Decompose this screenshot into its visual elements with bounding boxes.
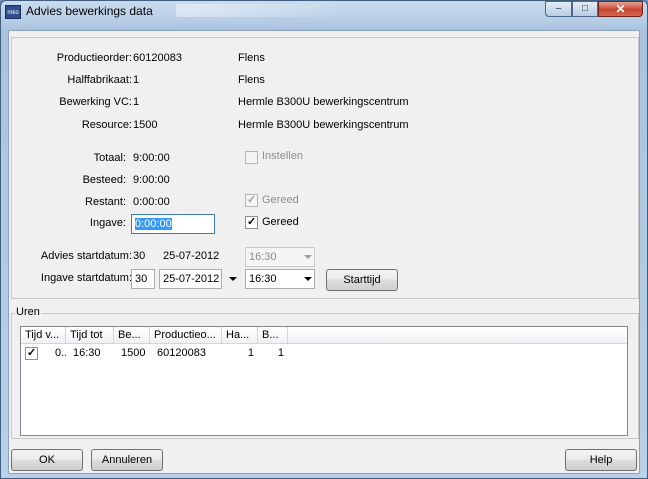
cell-tijd-tot: 16:30 [73,347,101,359]
ingave-week-input[interactable]: 30 [131,269,155,289]
ingave-time-value: 16:30 [249,273,277,285]
ingave-week-value: 30 [135,273,148,285]
table-row[interactable]: ✓ 0.. 16:30 1500 60120083 1 1 [21,345,291,362]
advies-startdatum-label: Advies startdatum: [40,250,132,262]
productieorder-value: 60120083 [133,52,182,64]
halffabrikaat-value: 1 [133,74,140,86]
column-tijd-tot[interactable]: Tijd tot [66,327,114,344]
uren-list[interactable]: Tijd v... Tijd tot Be... Productieo... H… [20,326,628,436]
column-b[interactable]: B... [258,327,288,344]
halffabrikaat-description: Flens [238,74,265,86]
halffabrikaat-label: Halffabrikaat: [67,74,132,86]
cell-tijd-van: 0.. [55,347,66,359]
close-button[interactable]: ✕ [598,1,643,17]
ingave-input[interactable]: 0:00:00 [131,214,215,234]
dialog-client-area: Productieorder: 60120083 Flens Halffabri… [8,30,640,474]
app-logo-icon: mko [5,5,21,19]
uren-group: Uren Tijd v... Tijd tot Be... Productieo… [11,306,639,439]
resource-value: 1500 [133,119,158,131]
ingave-startdatum-label: Ingave startdatum: [40,272,132,284]
resource-label: Resource: [81,119,132,131]
column-be[interactable]: Be... [114,327,150,344]
besteed-value: 9:00:00 [133,174,170,186]
besteed-label: Besteed: [82,174,126,186]
uren-group-legend: Uren [15,306,41,318]
help-button[interactable]: Help [565,449,637,471]
productieorder-description: Flens [238,52,265,64]
ingave-date-value: 25-07-2012 [163,273,220,285]
cell-productieorder: 60120083 [157,347,206,359]
bewerking-description: Hermle B300U bewerkingscentrum [238,96,409,108]
cell-ha: 1 [247,347,254,359]
row-checkbox[interactable]: ✓ [25,347,38,360]
minimize-button[interactable]: – [545,1,572,17]
ingave-input-value: 0:00:00 [135,218,172,230]
ok-button[interactable]: OK [11,449,83,471]
gereed-label: Gereed [262,216,299,228]
check-icon: ✓ [247,194,257,206]
restant-label: Restant: [85,196,126,208]
advies-week: 30 [133,250,146,262]
restant-value: 0:00:00 [133,196,170,208]
instellen-checkbox[interactable] [245,151,258,164]
cell-b: 1 [277,347,284,359]
totaal-label: Totaal: [93,152,126,164]
advies-date: 25-07-2012 [163,250,220,262]
column-ha[interactable]: Ha... [222,327,258,344]
bewerking-label: Bewerking VC: [59,96,132,108]
chevron-down-icon [304,277,312,281]
advies-time-value: 16:30 [249,251,277,263]
title-bar[interactable]: mko Advies bewerkings data – □ ✕ [1,1,647,23]
bewerking-value: 1 [133,96,140,108]
window-title: Advies bewerkings data [26,4,153,18]
ingave-label: Ingave: [89,217,126,229]
column-tijd-van[interactable]: Tijd v... [21,327,66,344]
chevron-down-icon [304,255,312,259]
annuleren-button[interactable]: Annuleren [91,449,163,471]
instellen-label: Instellen [262,150,303,162]
gereed-checkbox[interactable]: ✓ [245,216,258,229]
details-panel: Productieorder: 60120083 Flens Halffabri… [11,37,639,299]
uren-list-header: Tijd v... Tijd tot Be... Productieo... H… [21,327,627,344]
totaal-value: 9:00:00 [133,152,170,164]
dialog-window: mko Advies bewerkings data – □ ✕ Product… [0,0,648,479]
resource-description: Hermle B300U bewerkingscentrum [238,119,409,131]
date-picker-dropdown-icon[interactable] [229,277,237,281]
check-icon: ✓ [247,216,257,228]
title-background-blur [176,4,336,17]
gereed-disabled-label: Gereed [262,194,299,206]
gereed-checkbox-disabled[interactable]: ✓ [245,194,258,207]
check-icon: ✓ [27,347,37,359]
starttijd-button[interactable]: Starttijd [326,269,398,291]
maximize-button[interactable]: □ [572,1,598,17]
ingave-date-input[interactable]: 25-07-2012 [159,269,222,289]
advies-time-select[interactable]: 16:30 [245,247,315,267]
cell-be: 1500 [121,347,146,359]
ingave-time-select[interactable]: 16:30 [245,269,315,289]
productieorder-label: Productieorder: [56,52,132,64]
column-productieorder[interactable]: Productieo... [150,327,222,344]
